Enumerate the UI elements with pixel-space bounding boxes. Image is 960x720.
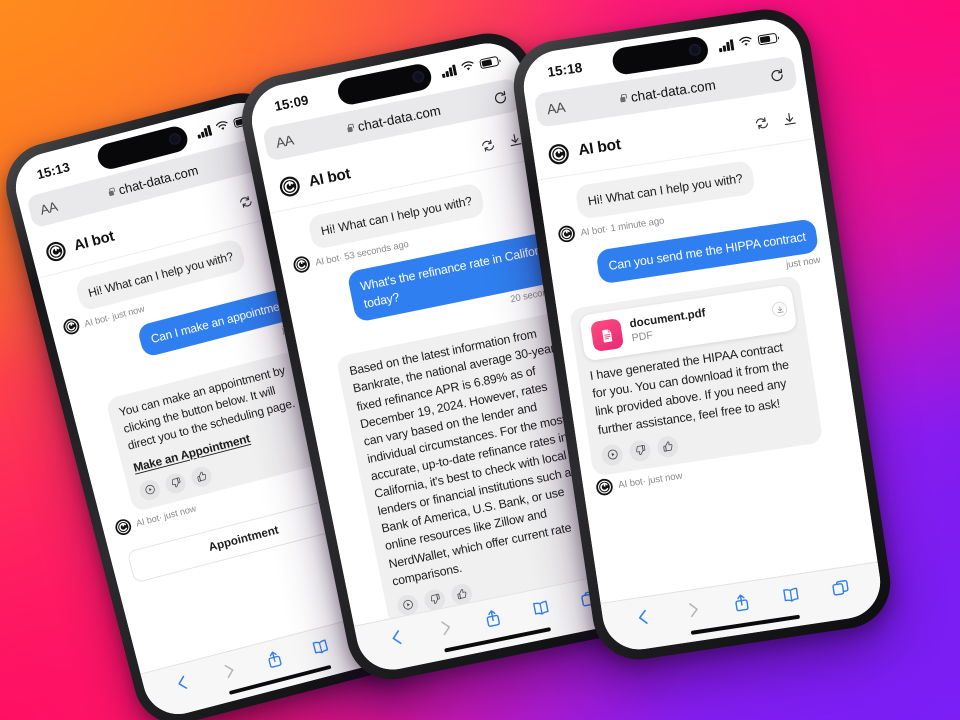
text-size-button[interactable]: AA bbox=[274, 132, 295, 151]
wifi-icon bbox=[739, 36, 752, 46]
lock-icon bbox=[618, 93, 627, 104]
reload-icon[interactable] bbox=[492, 89, 509, 106]
chevron-left-icon bbox=[386, 626, 408, 648]
refresh-icon[interactable] bbox=[237, 193, 254, 210]
tabs-icon bbox=[829, 577, 851, 599]
message-timestamp: just now bbox=[785, 254, 822, 271]
lock-icon bbox=[106, 186, 116, 197]
bot-name: AI bot bbox=[307, 165, 352, 190]
bookmarks-button[interactable] bbox=[309, 636, 332, 663]
chevron-right-icon bbox=[434, 616, 456, 638]
back-button[interactable] bbox=[386, 626, 409, 653]
header-actions bbox=[753, 111, 798, 132]
wifi-icon bbox=[215, 121, 228, 130]
book-icon bbox=[530, 597, 552, 619]
url-text: chat-data.com bbox=[629, 76, 717, 105]
bookmarks-button[interactable] bbox=[780, 584, 802, 611]
chevron-right-icon bbox=[682, 599, 704, 621]
status-indicators bbox=[718, 32, 778, 53]
share-button[interactable] bbox=[482, 607, 505, 634]
message-timestamp: AI bot· 1 minute ago bbox=[579, 215, 665, 239]
home-indicator bbox=[690, 614, 801, 635]
status-time: 15:09 bbox=[273, 92, 310, 114]
share-icon bbox=[264, 648, 286, 670]
bot-reply-text: Based on the latest information from Ban… bbox=[348, 326, 579, 589]
thumbs-down-icon[interactable] bbox=[628, 438, 652, 463]
forward-button[interactable] bbox=[682, 599, 704, 626]
download-icon[interactable] bbox=[781, 111, 798, 128]
thumbs-down-icon[interactable] bbox=[163, 470, 188, 496]
download-circle-icon[interactable] bbox=[771, 300, 789, 318]
book-icon bbox=[309, 636, 331, 658]
forward-button[interactable] bbox=[434, 616, 457, 643]
chat-data-logo-icon bbox=[43, 238, 69, 264]
chat-data-logo-icon bbox=[277, 173, 303, 199]
share-button[interactable] bbox=[731, 591, 753, 618]
refresh-icon[interactable] bbox=[753, 115, 770, 132]
book-icon bbox=[780, 584, 802, 606]
refresh-icon[interactable] bbox=[479, 137, 496, 154]
bot-avatar bbox=[556, 224, 576, 244]
wifi-icon bbox=[461, 61, 474, 71]
forward-button[interactable] bbox=[218, 659, 241, 686]
bot-file-reply-card: document.pdf PDF I have generated the HI… bbox=[568, 275, 824, 477]
battery-icon bbox=[479, 55, 500, 70]
chevron-right-icon bbox=[218, 659, 240, 681]
chat-body: Hi! What can I help you with? AI bot· 1 … bbox=[537, 139, 878, 603]
text-size-button[interactable]: AA bbox=[38, 198, 59, 217]
share-button[interactable] bbox=[264, 648, 287, 675]
share-icon bbox=[482, 607, 504, 629]
pdf-file-icon bbox=[590, 318, 625, 353]
bookmarks-button[interactable] bbox=[530, 597, 553, 624]
chevron-left-icon bbox=[633, 606, 655, 628]
lock-icon bbox=[345, 122, 355, 133]
bot-avatar bbox=[113, 516, 134, 537]
signal-icon bbox=[718, 38, 735, 52]
battery-icon bbox=[757, 32, 778, 46]
text-size-button[interactable]: AA bbox=[546, 99, 566, 117]
signal-icon bbox=[441, 63, 458, 78]
bot-name: AI bot bbox=[72, 227, 116, 254]
message-timestamp: AI bot· just now bbox=[617, 470, 684, 492]
chat-data-logo-icon bbox=[546, 141, 571, 166]
reload-icon[interactable] bbox=[768, 67, 785, 84]
bot-name: AI bot bbox=[577, 135, 622, 159]
status-time: 15:13 bbox=[35, 159, 72, 182]
signal-icon bbox=[196, 124, 213, 139]
pdf-meta: document.pdf PDF bbox=[629, 306, 709, 345]
chevron-left-icon bbox=[172, 671, 194, 693]
url-text: chat-data.com bbox=[356, 102, 442, 134]
thumbs-up-icon[interactable] bbox=[189, 464, 214, 489]
play-circle-icon[interactable] bbox=[137, 477, 162, 503]
back-button[interactable] bbox=[633, 606, 655, 633]
bot-avatar bbox=[594, 477, 614, 497]
play-circle-icon[interactable] bbox=[600, 442, 625, 467]
thumbs-up-icon[interactable] bbox=[655, 434, 680, 459]
bot-avatar bbox=[291, 254, 312, 275]
status-indicators bbox=[440, 55, 500, 78]
header-actions bbox=[479, 131, 523, 154]
share-icon bbox=[731, 591, 753, 613]
status-time: 15:18 bbox=[546, 59, 584, 80]
back-button[interactable] bbox=[172, 671, 195, 698]
tabs-button[interactable] bbox=[829, 577, 851, 604]
bot-avatar bbox=[61, 316, 82, 337]
